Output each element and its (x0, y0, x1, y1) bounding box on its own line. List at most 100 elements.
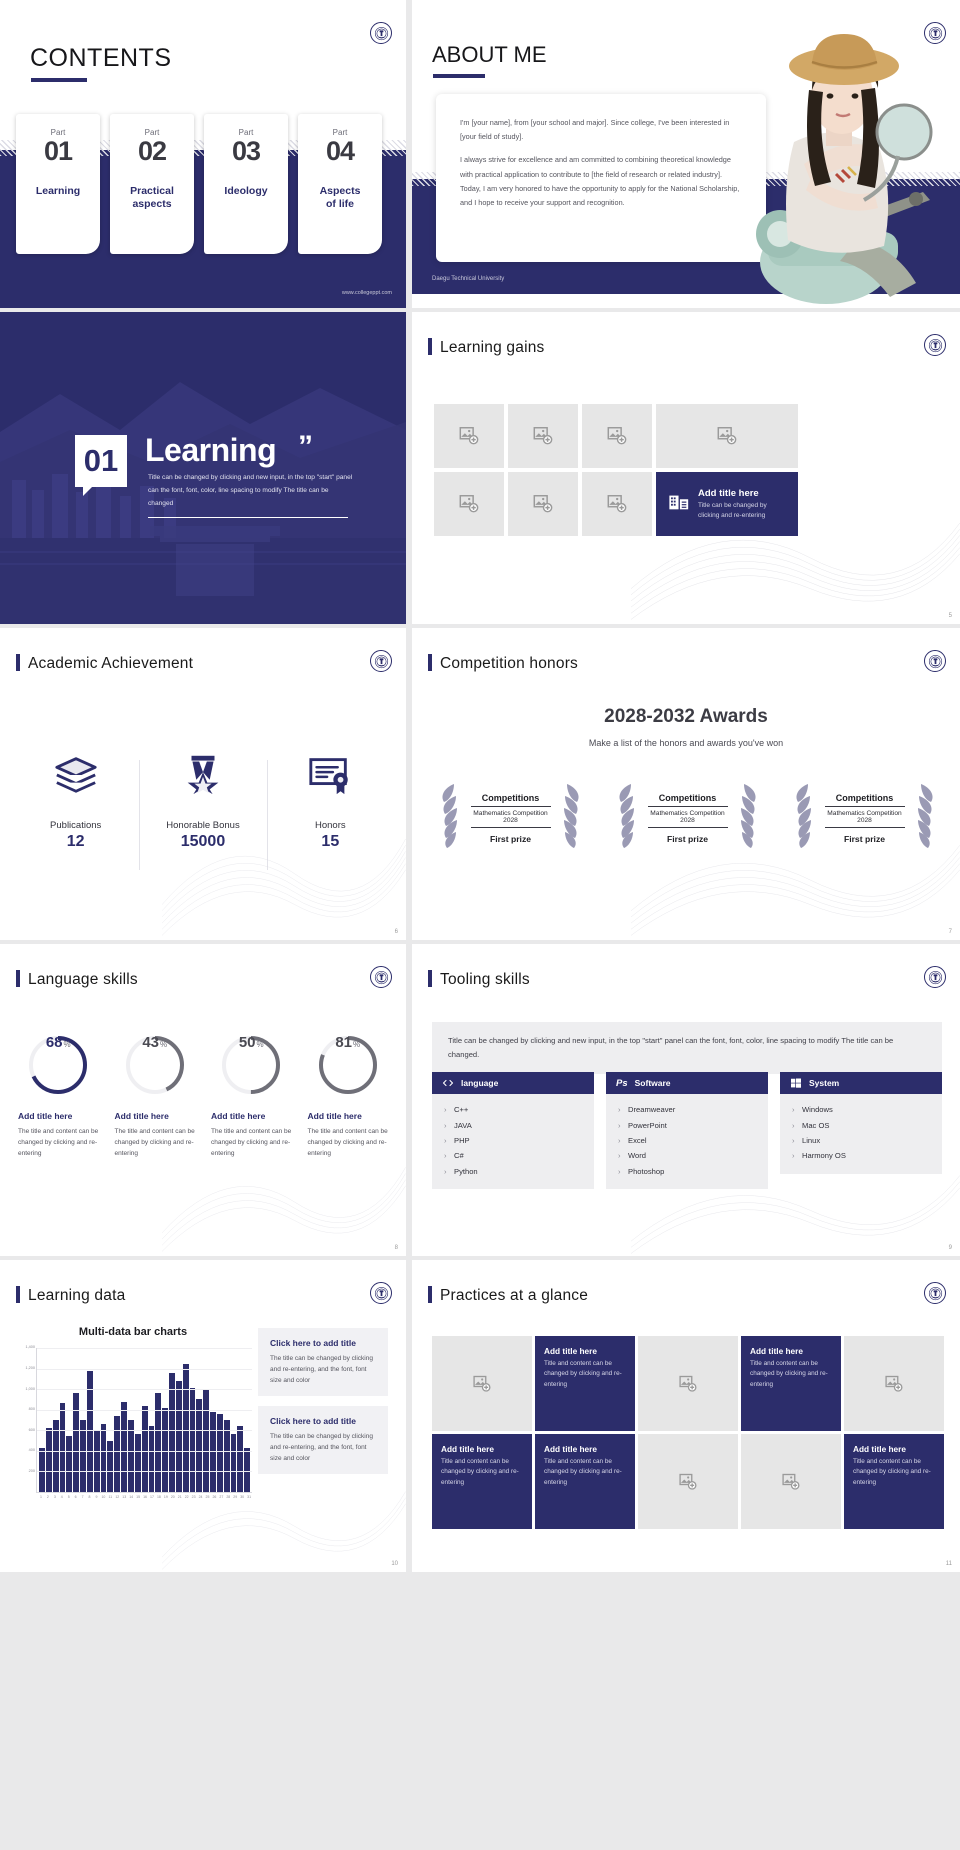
building-icon (668, 491, 690, 518)
image-placeholder[interactable] (844, 1336, 944, 1431)
part-title: Practical aspects (130, 184, 174, 210)
mosaic-text-card[interactable]: Add title here Title and content can be … (535, 1336, 635, 1431)
slide-section-divider-learning[interactable]: 01 Learning ” Title can be changed by cl… (0, 312, 406, 624)
image-placeholder[interactable] (741, 1434, 841, 1529)
tool-column-software: Ps Software Dreamweaver PowerPoint Excel… (606, 1072, 768, 1189)
chart-bar (80, 1420, 86, 1492)
list-item[interactable]: Excel (618, 1133, 756, 1148)
chart-bar (210, 1411, 216, 1492)
list-item[interactable]: C++ (444, 1102, 582, 1117)
slide-about-me[interactable]: ABOUT ME I'm [your name], from [your sch… (412, 0, 960, 308)
column-items: C++ JAVA PHP C# Python (432, 1094, 594, 1189)
image-placeholder[interactable] (432, 1336, 532, 1431)
skill-item[interactable]: 68% Add title here The title and content… (10, 1034, 107, 1159)
chart-x-tick: 29 (233, 1495, 238, 1499)
feature-card[interactable]: Add title here Title can be changed by c… (656, 472, 798, 536)
award-badge[interactable]: Competitions Mathematics Competition 202… (607, 778, 768, 858)
list-item[interactable]: Mac OS (792, 1117, 930, 1132)
mosaic-text-card[interactable]: Add title here Title and content can be … (741, 1336, 841, 1431)
donut-chart: 43% (124, 1034, 186, 1096)
mosaic-text-card[interactable]: Add title here Title and content can be … (432, 1434, 532, 1529)
title-accent-bar (16, 970, 20, 987)
award-badge[interactable]: Competitions Mathematics Competition 202… (430, 778, 591, 858)
skill-title: Add title here (114, 1111, 169, 1121)
chart-x-tick: 1 (39, 1495, 42, 1499)
slide-competition-honors[interactable]: Competition honors 2028-2032 Awards Make… (412, 628, 960, 940)
image-placeholder[interactable] (508, 404, 578, 468)
image-placeholder[interactable] (656, 404, 798, 468)
chart-bar (127, 1420, 134, 1492)
text-block[interactable]: Click here to add title The title can be… (258, 1328, 388, 1397)
skill-item[interactable]: 50% Add title here The title and content… (203, 1034, 300, 1159)
skill-title: Add title here (18, 1111, 73, 1121)
page-number: 7 (948, 929, 952, 935)
page-title: Language skills (28, 971, 138, 988)
stat-value: 12 (66, 833, 85, 850)
contents-card[interactable]: Part 03 Ideology (204, 114, 288, 254)
block-title: Click here to add title (270, 1416, 356, 1427)
image-placeholder[interactable] (582, 472, 652, 536)
page-title: Competition honors (440, 655, 579, 672)
list-item[interactable]: PHP (444, 1133, 582, 1148)
tool-columns: language C++ JAVA PHP C# Python Ps Softw… (432, 1072, 942, 1189)
contents-card[interactable]: Part 02 Practical aspects (110, 114, 194, 254)
list-item[interactable]: Dreamweaver (618, 1102, 756, 1117)
contents-card[interactable]: Part 01 Learning (16, 114, 100, 254)
card-title: Add title here (750, 1346, 804, 1356)
list-item[interactable]: JAVA (444, 1117, 582, 1132)
contents-card[interactable]: Part 04 Aspects of life (298, 114, 382, 254)
medal-icon (143, 746, 262, 802)
slide-learning-gains[interactable]: Learning gains Add title here Title can … (412, 312, 960, 624)
donut-chart: 50% (220, 1034, 282, 1096)
part-title: Aspects of life (319, 184, 361, 210)
slide-language-skills[interactable]: Language skills 68% Add title here The t… (0, 944, 406, 1256)
image-placeholder[interactable] (434, 472, 504, 536)
list-item[interactable]: Python (444, 1164, 582, 1179)
list-item[interactable]: Photoshop (618, 1164, 756, 1179)
text-block[interactable]: Click here to add title The title can be… (258, 1406, 388, 1475)
image-placeholder[interactable] (638, 1336, 738, 1431)
mosaic-text-card[interactable]: Add title here Title and content can be … (535, 1434, 635, 1529)
stat-item[interactable]: Honors 15 (266, 746, 394, 870)
award-year: 2028 (680, 816, 695, 824)
slide-practices-at-a-glance[interactable]: Practices at a glance Add title here Tit… (412, 1260, 960, 1572)
list-item[interactable]: C# (444, 1148, 582, 1163)
chart-y-tick: 1,200 (25, 1365, 35, 1370)
list-item[interactable]: Word (618, 1148, 756, 1163)
list-item[interactable]: PowerPoint (618, 1117, 756, 1132)
laurel-right-icon (915, 782, 941, 854)
image-placeholder[interactable] (582, 404, 652, 468)
page-title: Learning data (28, 1287, 126, 1304)
image-placeholder[interactable] (638, 1434, 738, 1529)
skill-desc: The title and content can be changed by … (307, 1128, 388, 1158)
card-desc: Title and content can be changed by clic… (544, 1360, 622, 1388)
skill-item[interactable]: 43% Add title here The title and content… (107, 1034, 204, 1159)
skill-item[interactable]: 81% Add title here The title and content… (300, 1034, 397, 1159)
stat-item[interactable]: Publications 12 (12, 746, 139, 851)
slide-academic-achievement[interactable]: Academic Achievement Publications 12 Hon… (0, 628, 406, 940)
site-url: www.collegeppt.com (341, 290, 392, 296)
laurel-right-icon (561, 782, 587, 854)
image-placeholder[interactable] (508, 472, 578, 536)
slide-learning-data[interactable]: Learning data Multi-data bar charts 1,40… (0, 1260, 406, 1572)
list-item[interactable]: Linux (792, 1133, 930, 1148)
chart-x-tick-labels: 1 2 3 4 5 6 7 8 9 10 11 12 13 14 15 16 17 18 19 20 21 22 23 24 2… (38, 1495, 252, 1499)
slide-tooling-skills[interactable]: Tooling skills Title can be changed by c… (412, 944, 960, 1256)
award-badge[interactable]: Competitions Mathematics Competition 202… (784, 778, 945, 858)
image-placeholder[interactable] (434, 404, 504, 468)
chart-y-tick: 1,400 (25, 1345, 35, 1350)
card-desc: Title and content can be changed by clic… (853, 1458, 931, 1486)
award-divider (647, 805, 728, 807)
title-accent-bar (428, 970, 432, 987)
card-title: Add title here (544, 1444, 598, 1454)
chart-bar (59, 1402, 66, 1492)
list-item[interactable]: Windows (792, 1102, 930, 1117)
block-desc: The title can be changed by clicking and… (270, 1355, 373, 1385)
mosaic-text-card[interactable]: Add title here Title and content can be … (844, 1434, 944, 1529)
stat-item[interactable]: Honorable Bonus 15000 (139, 746, 266, 870)
column-header: Ps Software (606, 1072, 768, 1094)
award-competition: Mathematics Competition (473, 809, 548, 817)
slide-contents[interactable]: CONTENTS Part 01 Learning Part 02 Practi… (0, 0, 406, 308)
list-item[interactable]: Harmony OS (792, 1148, 930, 1163)
chart-x-tick: 27 (219, 1495, 224, 1499)
